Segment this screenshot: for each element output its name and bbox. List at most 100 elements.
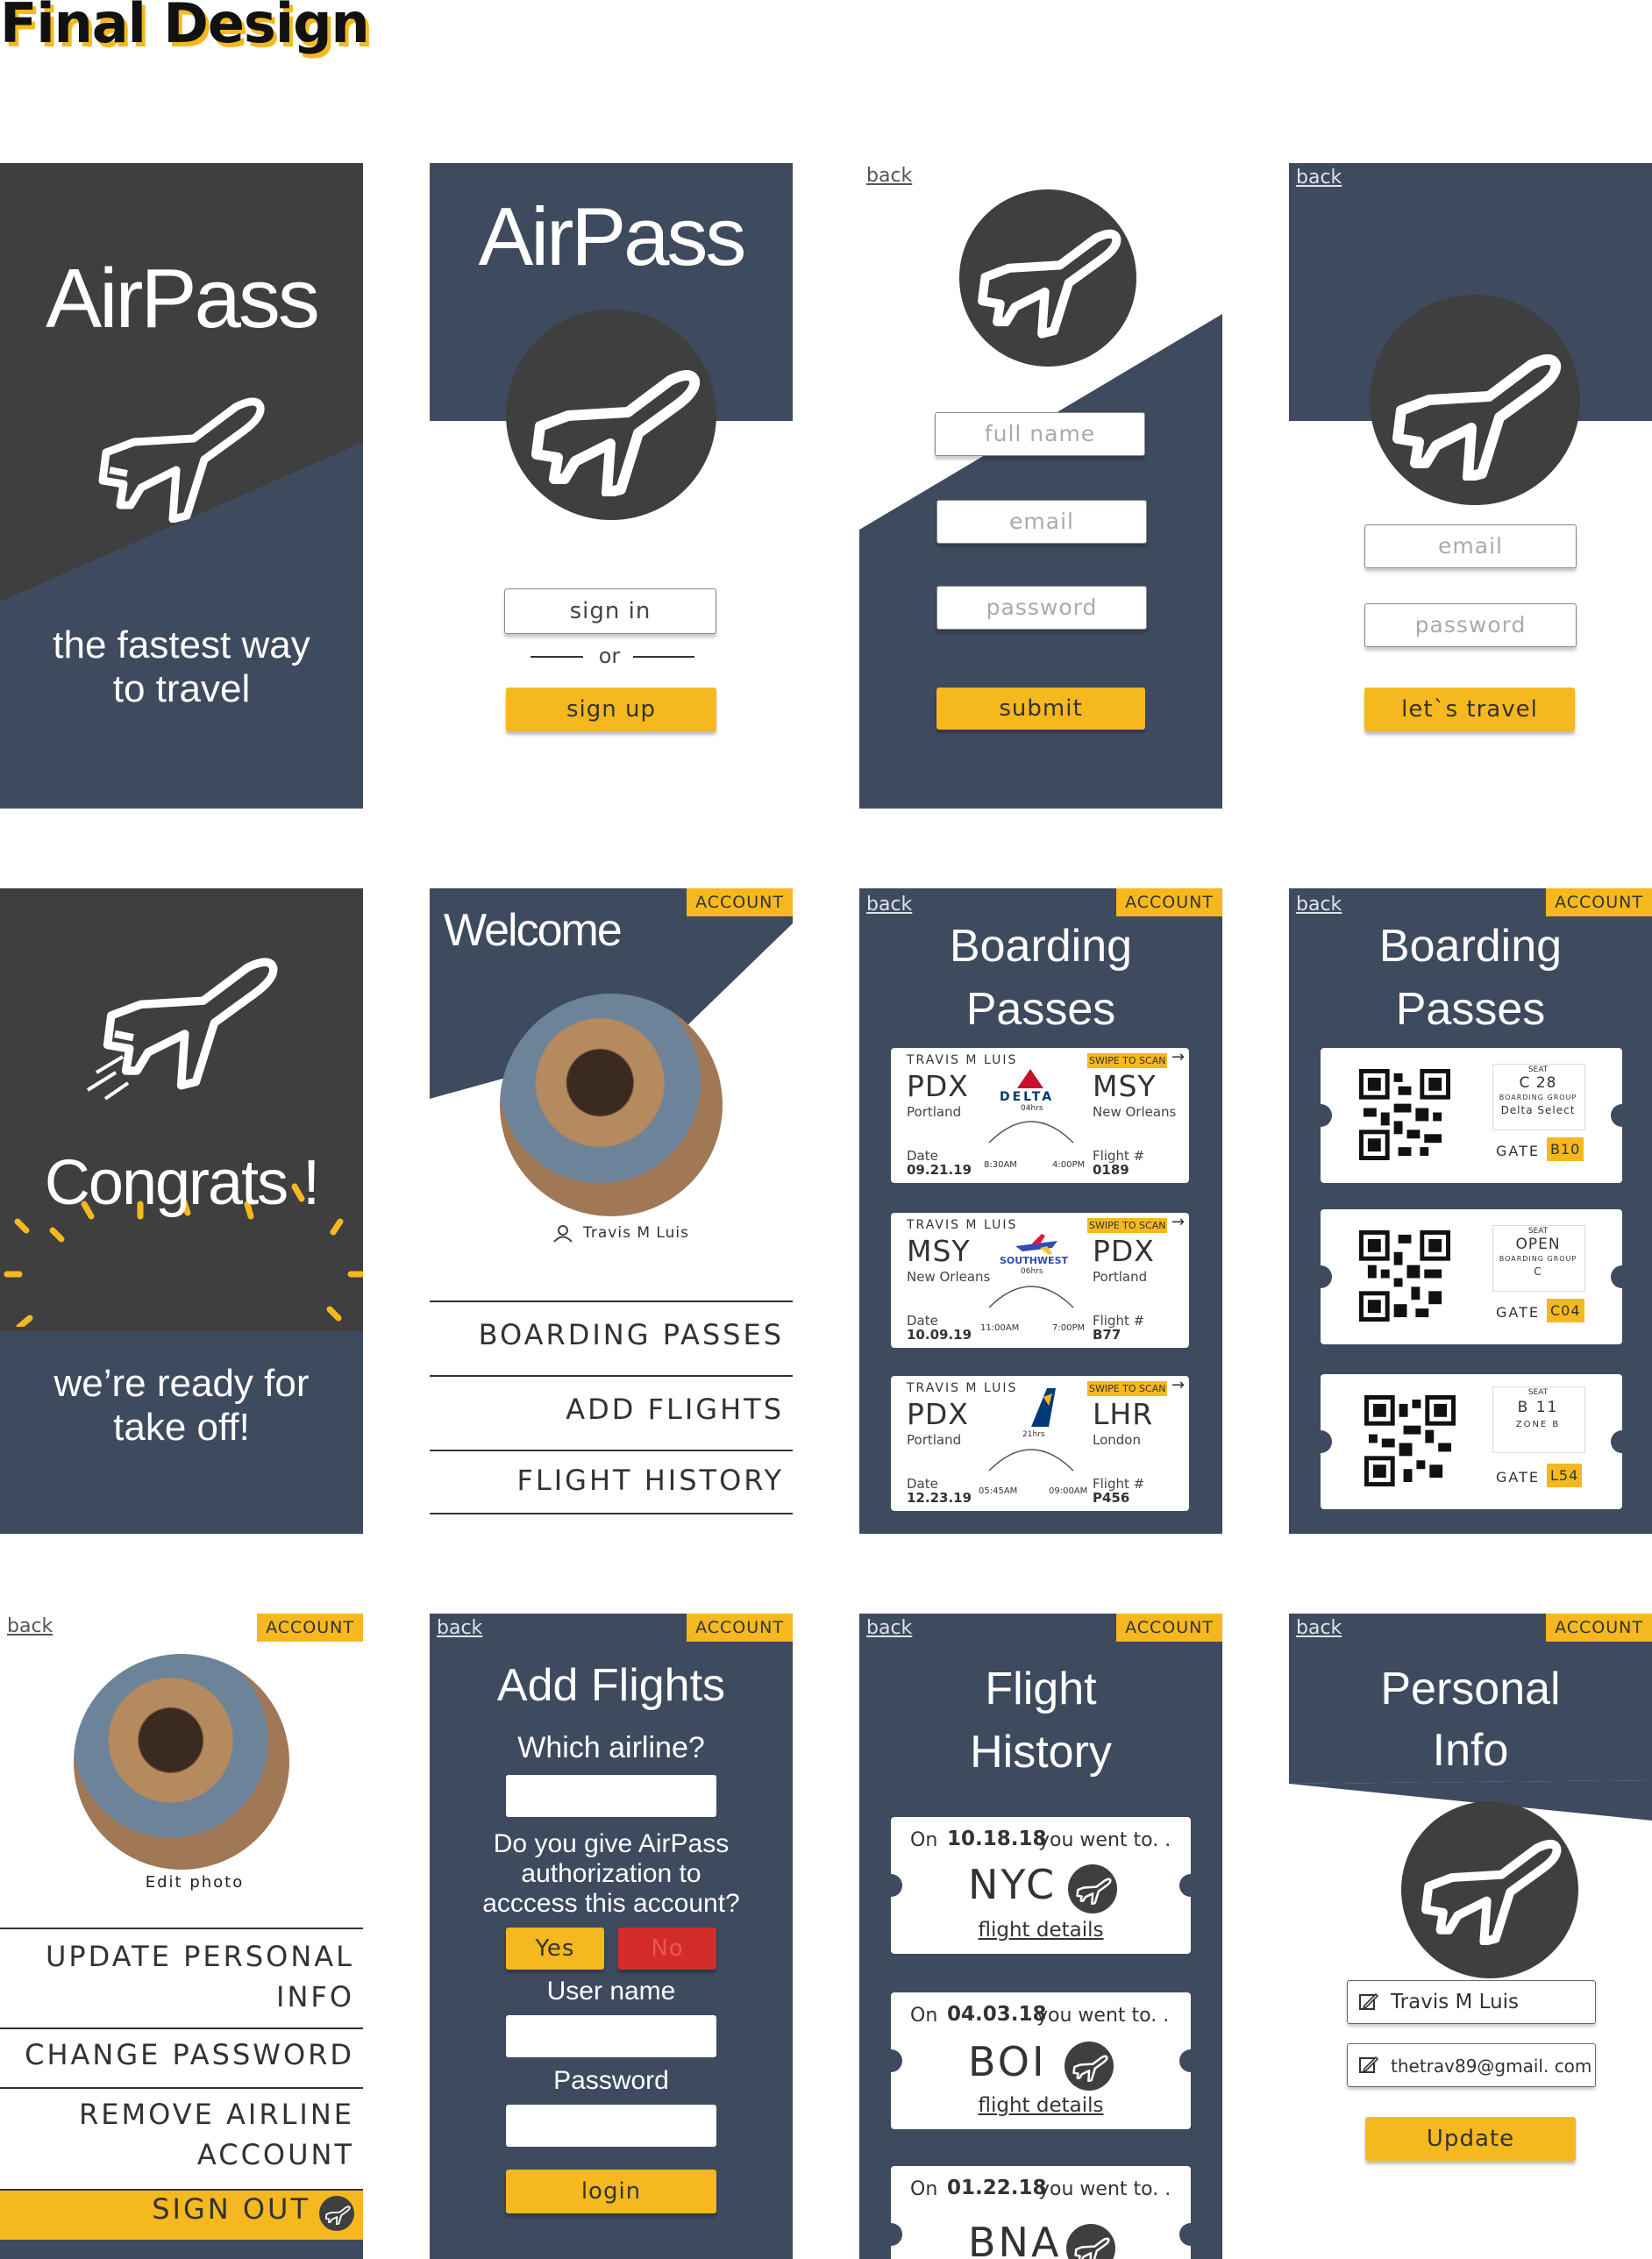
origin-city: Portland [907,1432,962,1448]
full-name-field[interactable]: full name [935,412,1145,456]
user-name: Travis M Luis [583,1224,689,1242]
back-link[interactable]: back [437,1617,482,1639]
personal-info-screen: back ACCOUNT Personal Info Travis M Luis… [1289,1614,1652,2259]
swipe-to-scan[interactable]: SWIPE TO SCAN [1087,1381,1168,1396]
flight-number: B77 [1093,1327,1122,1343]
password-field[interactable]: password [936,586,1147,630]
user-icon [553,1225,573,1243]
back-link[interactable]: back [866,894,912,916]
back-link[interactable]: back [866,1617,912,1639]
password-input[interactable] [506,2105,716,2147]
name-value[interactable]: Travis M Luis [1391,1991,1519,2013]
menu-flight-history[interactable]: FLIGHT HISTORY [516,1464,784,1497]
on-label: On [910,2178,938,2200]
scan-pass-card[interactable]: SEAT OPEN BOARDING GROUP C GATE C04 [1309,1209,1634,1344]
submit-button[interactable]: submit [936,688,1145,730]
scan-pass-card[interactable]: SEAT B 11 ZONE B GATE L54 [1309,1374,1634,1509]
sign-out-label[interactable]: SIGN OUT [152,2192,310,2226]
flight-details-link[interactable]: flight details [891,1919,1191,1942]
login-button[interactable]: login [506,2170,716,2213]
boarding-passes-screen: back ACCOUNT Boarding Passes TRAVIS M LU… [859,888,1222,1534]
history-card[interactable]: On 10.18.18 you went to. . NYC flight de… [879,1817,1202,1954]
email-field[interactable]: email [1364,524,1577,568]
dest-code: LHR [1093,1397,1154,1431]
flight-history-screen: back ACCOUNT Flight History On 10.18.18 … [859,1614,1222,2259]
airline-name: DELTA [1000,1090,1055,1104]
back-link[interactable]: back [7,1615,53,1637]
landing-screen: AirPass sign in or sign up [430,163,793,809]
email-value[interactable]: thetrav89@gmail. com [1391,2056,1591,2077]
airline-input[interactable] [506,1775,716,1817]
back-link[interactable]: back [866,165,912,187]
yes-button[interactable]: Yes [506,1928,604,1970]
flight-details-link[interactable]: flight details [891,2094,1191,2117]
boarding-pass-card[interactable]: TRAVIS M LUIS SWIPE TO SCAN → MSY New Or… [891,1213,1189,1348]
dest-code: MSY [1093,1069,1157,1103]
sign-up-button[interactable]: sign up [506,688,716,731]
dest-code: BOI [968,2038,1047,2085]
congrats-screen: Congrats ! we’re ready for take off! [0,888,363,1534]
back-link[interactable]: back [1296,894,1342,916]
ticket-notch [1309,1430,1332,1453]
menu-boarding-passes[interactable]: BOARDING PASSES [479,1318,784,1351]
history-card[interactable]: On 01.22.18 you went to. . BNA [879,2166,1202,2259]
qr-code-icon [1359,1069,1450,1160]
menu-remove-airline[interactable]: REMOVE AIRLINE [79,2098,354,2131]
account-tab[interactable]: ACCOUNT [257,1614,363,1642]
swipe-to-scan[interactable]: SWIPE TO SCAN [1087,1053,1168,1068]
zone-label: ZONE B [1515,1420,1561,1429]
scan-pass-card[interactable]: SEAT C 28 BOARDING GROUP Delta Select GA… [1309,1048,1634,1183]
sign-in-button[interactable]: sign in [504,588,716,634]
password-field[interactable]: password [1364,603,1577,647]
back-link[interactable]: back [1296,1617,1342,1639]
edit-photo-link[interactable]: Edit photo [0,1873,363,1892]
group-value: C [1534,1265,1542,1278]
ticket-notch [1611,1265,1634,1288]
account-tab[interactable]: ACCOUNT [687,1614,793,1642]
menu-add-flights[interactable]: ADD FLIGHTS [566,1393,784,1426]
menu-update-personal-2[interactable]: INFO [276,1980,354,2013]
back-link[interactable]: back [1296,167,1342,189]
splash-screen: AirPass the fastest way to travel [0,163,363,809]
add-flights-title: Add Flights [496,1660,726,1711]
ticket-notch [1179,2223,1202,2246]
menu-update-personal[interactable]: UPDATE PERSONAL [46,1940,354,1973]
signup-screen: back full name email password submit [859,163,1222,809]
account-tab[interactable]: ACCOUNT [1116,888,1222,916]
username-input[interactable] [506,2015,716,2057]
email-field[interactable]: email [936,500,1147,544]
no-button[interactable]: No [618,1928,716,1970]
history-title-2: History [970,1727,1112,1778]
boarding-pass-card[interactable]: TRAVIS M LUIS SWIPE TO SCAN → PDX Portla… [891,1048,1189,1183]
menu-change-password[interactable]: CHANGE PASSWORD [25,2038,354,2071]
menu-divider [0,1928,363,1929]
menu-divider [0,2027,363,2029]
or-label: or [598,644,621,668]
account-tab[interactable]: ACCOUNT [1116,1614,1222,1642]
account-tab[interactable]: ACCOUNT [1546,1614,1652,1642]
account-tab[interactable]: ACCOUNT [1546,888,1652,916]
origin-code: PDX [907,1069,969,1103]
account-tab[interactable]: ACCOUNT [687,888,793,916]
flight-arc [988,1449,1074,1472]
menu-remove-airline-2[interactable]: ACCOUNT [197,2138,354,2171]
congrats-line2: take off! [113,1406,250,1449]
lets-travel-button[interactable]: let`s travel [1364,688,1575,731]
scan-title-1: Boarding [1378,921,1563,972]
profile-photo[interactable] [74,1654,289,1870]
flight-number: 0189 [1093,1162,1129,1178]
menu-divider [0,2087,363,2089]
went-to-label: you went to. . [1036,2005,1170,2027]
swipe-to-scan[interactable]: SWIPE TO SCAN [1087,1218,1168,1233]
update-button[interactable]: Update [1365,2117,1576,2161]
group-label: BOARDING GROUP [1499,1255,1577,1263]
flight-arc [988,1121,1074,1144]
boarding-pass-card[interactable]: TRAVIS M LUIS SWIPE TO SCAN → PDX Portla… [891,1376,1189,1511]
trip-date: 01.22.18 [947,2177,1047,2199]
trip-date: 04.03.18 [947,2003,1047,2026]
gate-label: GATE [1496,1304,1540,1321]
history-card[interactable]: On 04.03.18 you went to. . BOI flight de… [879,1992,1202,2129]
ticket-notch [1179,2049,1202,2072]
edit-icon [1359,1992,1378,2010]
delta-logo-icon [1017,1069,1043,1088]
